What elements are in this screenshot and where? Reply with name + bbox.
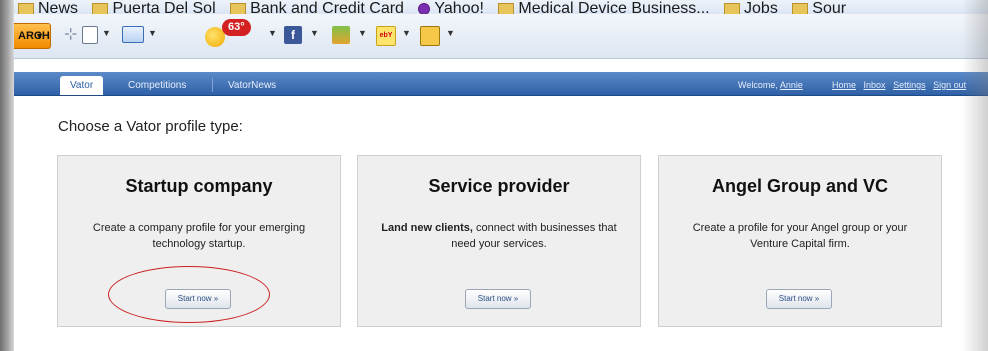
bookmark-yahoo[interactable]: Yahoo!: [418, 0, 484, 14]
window-frame-left: [0, 0, 14, 351]
ebay-icon[interactable]: ebY: [376, 26, 396, 46]
folder-icon: [498, 2, 515, 14]
bookmark-news[interactable]: News: [18, 0, 78, 14]
user-link[interactable]: Annie: [780, 80, 803, 90]
site-navbar: Vator Competitions VatorNews Welcome, An…: [0, 72, 988, 96]
tab-vatornews[interactable]: VatorNews: [218, 76, 286, 95]
tab-separator: [212, 78, 213, 92]
chevron-down-icon[interactable]: ▼: [268, 28, 277, 38]
bookmark-jobs[interactable]: Jobs: [724, 0, 778, 14]
folder-icon: [18, 2, 34, 14]
chevron-down-icon[interactable]: ▼: [446, 28, 455, 38]
card-title: Startup company: [125, 176, 273, 196]
folder-icon: [792, 2, 809, 14]
user-menu: Welcome, Annie: [738, 76, 803, 94]
chevron-down-icon[interactable]: ▼: [35, 24, 44, 48]
card-service-provider: Service provider Land new clients, conne…: [357, 155, 641, 327]
temperature-badge: 63°: [222, 19, 251, 36]
folder-icon: [230, 2, 247, 14]
sign-out-link[interactable]: Sign out: [933, 80, 966, 90]
chevron-down-icon[interactable]: ▼: [102, 28, 111, 38]
chevron-down-icon[interactable]: ▼: [358, 28, 367, 38]
page-prompt: Choose a Vator profile type:: [58, 118, 243, 135]
yahoo-icon: [418, 2, 431, 14]
tab-competitions[interactable]: Competitions: [118, 76, 196, 95]
nav-links: Home Inbox Settings Sign out: [832, 76, 966, 94]
shopping-bag-icon[interactable]: [420, 26, 440, 46]
card-description: Land new clients, connect with businesse…: [381, 222, 617, 250]
browser-toolbar: ARCH ▼ ⊹ ▼ ▼ 63° ▼ f ▼ ▼ ebY ▼ ▼: [0, 14, 988, 59]
chevron-down-icon[interactable]: ▼: [148, 28, 157, 38]
bookmark-bank[interactable]: Bank and Credit Card: [230, 0, 404, 14]
welcome-text: Welcome,: [738, 80, 780, 90]
settings-link[interactable]: Settings: [893, 80, 926, 90]
chevron-down-icon[interactable]: ▼: [402, 28, 411, 38]
card-angel-group-vc: Angel Group and VC Create a profile for …: [658, 155, 942, 327]
puzzle-icon[interactable]: [332, 26, 350, 44]
home-link[interactable]: Home: [832, 80, 856, 90]
card-title: Service provider: [428, 176, 570, 196]
folder-icon: [92, 2, 109, 14]
bookmark-medical-device[interactable]: Medical Device Business...: [498, 0, 710, 14]
bookmark-puerta-del-sol[interactable]: Puerta Del Sol: [92, 0, 216, 14]
bookmark-sour[interactable]: Sour: [792, 0, 846, 14]
page-icon[interactable]: [82, 26, 98, 44]
inbox-link[interactable]: Inbox: [864, 80, 886, 90]
tab-vator[interactable]: Vator: [60, 76, 104, 95]
bookmarks-bar: News Puerta Del Sol Bank and Credit Card…: [0, 0, 988, 14]
card-title: Angel Group and VC: [711, 176, 888, 196]
mail-icon[interactable]: [122, 26, 144, 43]
folder-icon: [724, 2, 741, 14]
card-startup-company: Startup company Create a company profile…: [57, 155, 341, 327]
chevron-down-icon[interactable]: ▼: [310, 28, 319, 38]
separator-icon: ⊹: [64, 26, 78, 43]
start-now-button[interactable]: Start now »: [465, 289, 531, 309]
facebook-icon[interactable]: f: [284, 26, 302, 44]
start-now-button[interactable]: Start now »: [766, 289, 832, 309]
card-description: Create a profile for your Angel group or…: [692, 222, 908, 250]
card-description: Create a company profile for your emergi…: [92, 222, 306, 250]
start-now-button[interactable]: Start now »: [165, 289, 231, 309]
